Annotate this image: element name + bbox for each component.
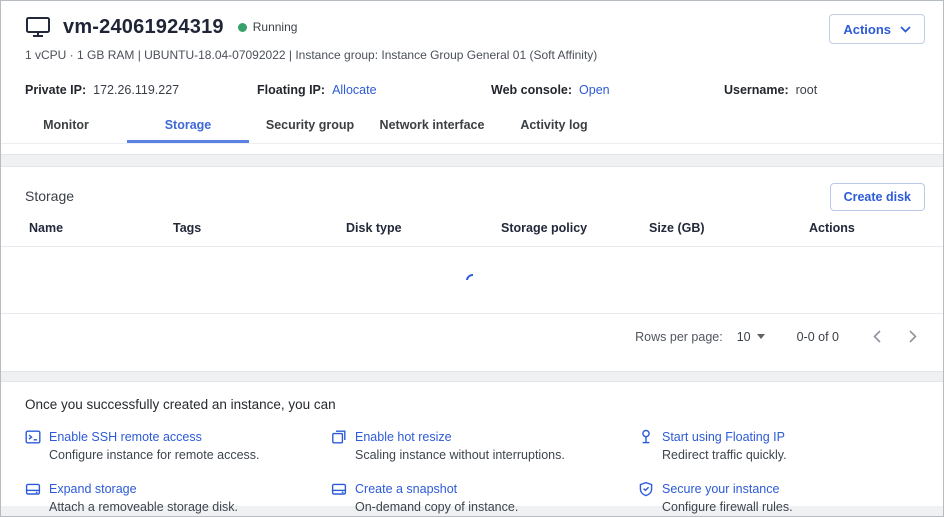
terminal-icon [25, 429, 41, 445]
getting-started-title: Once you successfully created an instanc… [25, 397, 919, 412]
section-divider [1, 155, 943, 166]
instance-info-bar: Private IP: 172.26.119.227 Floating IP: … [25, 83, 943, 97]
vm-monitor-icon [25, 15, 51, 39]
storage-section: Storage Create disk Name Tags Disk type … [1, 166, 943, 372]
help-item-snapshot: Create a snapshot On-demand copy of inst… [331, 481, 638, 514]
tab-storage[interactable]: Storage [127, 110, 249, 143]
column-name: Name [29, 221, 173, 235]
username-field: Username: root [724, 83, 943, 97]
next-page-button[interactable] [901, 325, 925, 349]
web-console-field: Web console: Open [491, 83, 724, 97]
vm-name-title: vm-24061924319 [63, 16, 224, 39]
status-dot-icon [238, 23, 247, 32]
enable-hot-resize-link[interactable]: Enable hot resize [355, 430, 452, 444]
actions-button[interactable]: Actions [829, 14, 925, 44]
enable-ssh-link[interactable]: Enable SSH remote access [49, 430, 202, 444]
tab-security-group[interactable]: Security group [249, 110, 371, 143]
storage-section-title: Storage [25, 188, 74, 204]
column-disk-type: Disk type [346, 221, 501, 235]
help-item-expand-storage: Expand storage Attach a removeable stora… [25, 481, 331, 514]
username-value: root [796, 83, 818, 97]
vm-detail-window: vm-24061924319 Running Actions 1 vCPU · … [0, 0, 944, 517]
expand-storage-link[interactable]: Expand storage [49, 482, 137, 496]
instance-header: vm-24061924319 Running Actions 1 vCPU · … [1, 1, 943, 155]
floating-ip-field: Floating IP: Allocate [257, 83, 491, 97]
create-disk-button[interactable]: Create disk [830, 183, 925, 211]
disk-table-header: Name Tags Disk type Storage policy Size … [1, 221, 943, 247]
status-badge: Running [238, 20, 298, 34]
tab-activity-log[interactable]: Activity log [493, 110, 615, 143]
column-size: Size (GB) [649, 221, 809, 235]
help-item-ssh: Enable SSH remote access Configure insta… [25, 429, 331, 462]
disk-table-body [1, 247, 943, 313]
chevron-right-icon [909, 330, 917, 343]
caret-down-icon [757, 334, 765, 339]
column-tags: Tags [173, 221, 346, 235]
shield-icon [638, 481, 654, 497]
pagination-range: 0-0 of 0 [797, 330, 839, 344]
tab-monitor[interactable]: Monitor [5, 110, 127, 143]
section-divider [1, 372, 943, 381]
start-floating-ip-link[interactable]: Start using Floating IP [662, 430, 785, 444]
getting-started-panel: Once you successfully created an instanc… [1, 381, 943, 506]
column-actions: Actions [809, 221, 943, 235]
rows-per-page-label: Rows per page: [635, 330, 723, 344]
secure-instance-link[interactable]: Secure your instance [662, 482, 779, 496]
hot-resize-icon [331, 429, 347, 445]
create-snapshot-link[interactable]: Create a snapshot [355, 482, 457, 496]
allocate-floating-ip-link[interactable]: Allocate [332, 83, 376, 97]
open-web-console-link[interactable]: Open [579, 83, 610, 97]
instance-meta: 1 vCPU · 1 GB RAM | UBUNTU-18.04-0709202… [25, 48, 943, 62]
rows-per-page-select[interactable]: 10 [737, 330, 765, 344]
column-storage-policy: Storage policy [501, 221, 649, 235]
help-item-floating-ip: Start using Floating IP Redirect traffic… [638, 429, 919, 462]
loading-spinner-icon [463, 271, 481, 289]
chevron-left-icon [873, 330, 881, 343]
help-item-hot-resize: Enable hot resize Scaling instance witho… [331, 429, 638, 462]
table-pagination: Rows per page: 10 0-0 of 0 [1, 313, 943, 359]
private-ip-value: 172.26.119.227 [93, 83, 179, 97]
private-ip-field: Private IP: 172.26.119.227 [25, 83, 257, 97]
instance-tabs: Monitor Storage Security group Network i… [1, 110, 943, 144]
floating-ip-icon [638, 429, 654, 445]
tab-network-interface[interactable]: Network interface [371, 110, 493, 143]
snapshot-icon [331, 481, 347, 497]
chevron-down-icon [900, 26, 911, 33]
help-item-secure: Secure your instance Configure firewall … [638, 481, 919, 514]
disk-icon [25, 481, 41, 497]
previous-page-button[interactable] [865, 325, 889, 349]
